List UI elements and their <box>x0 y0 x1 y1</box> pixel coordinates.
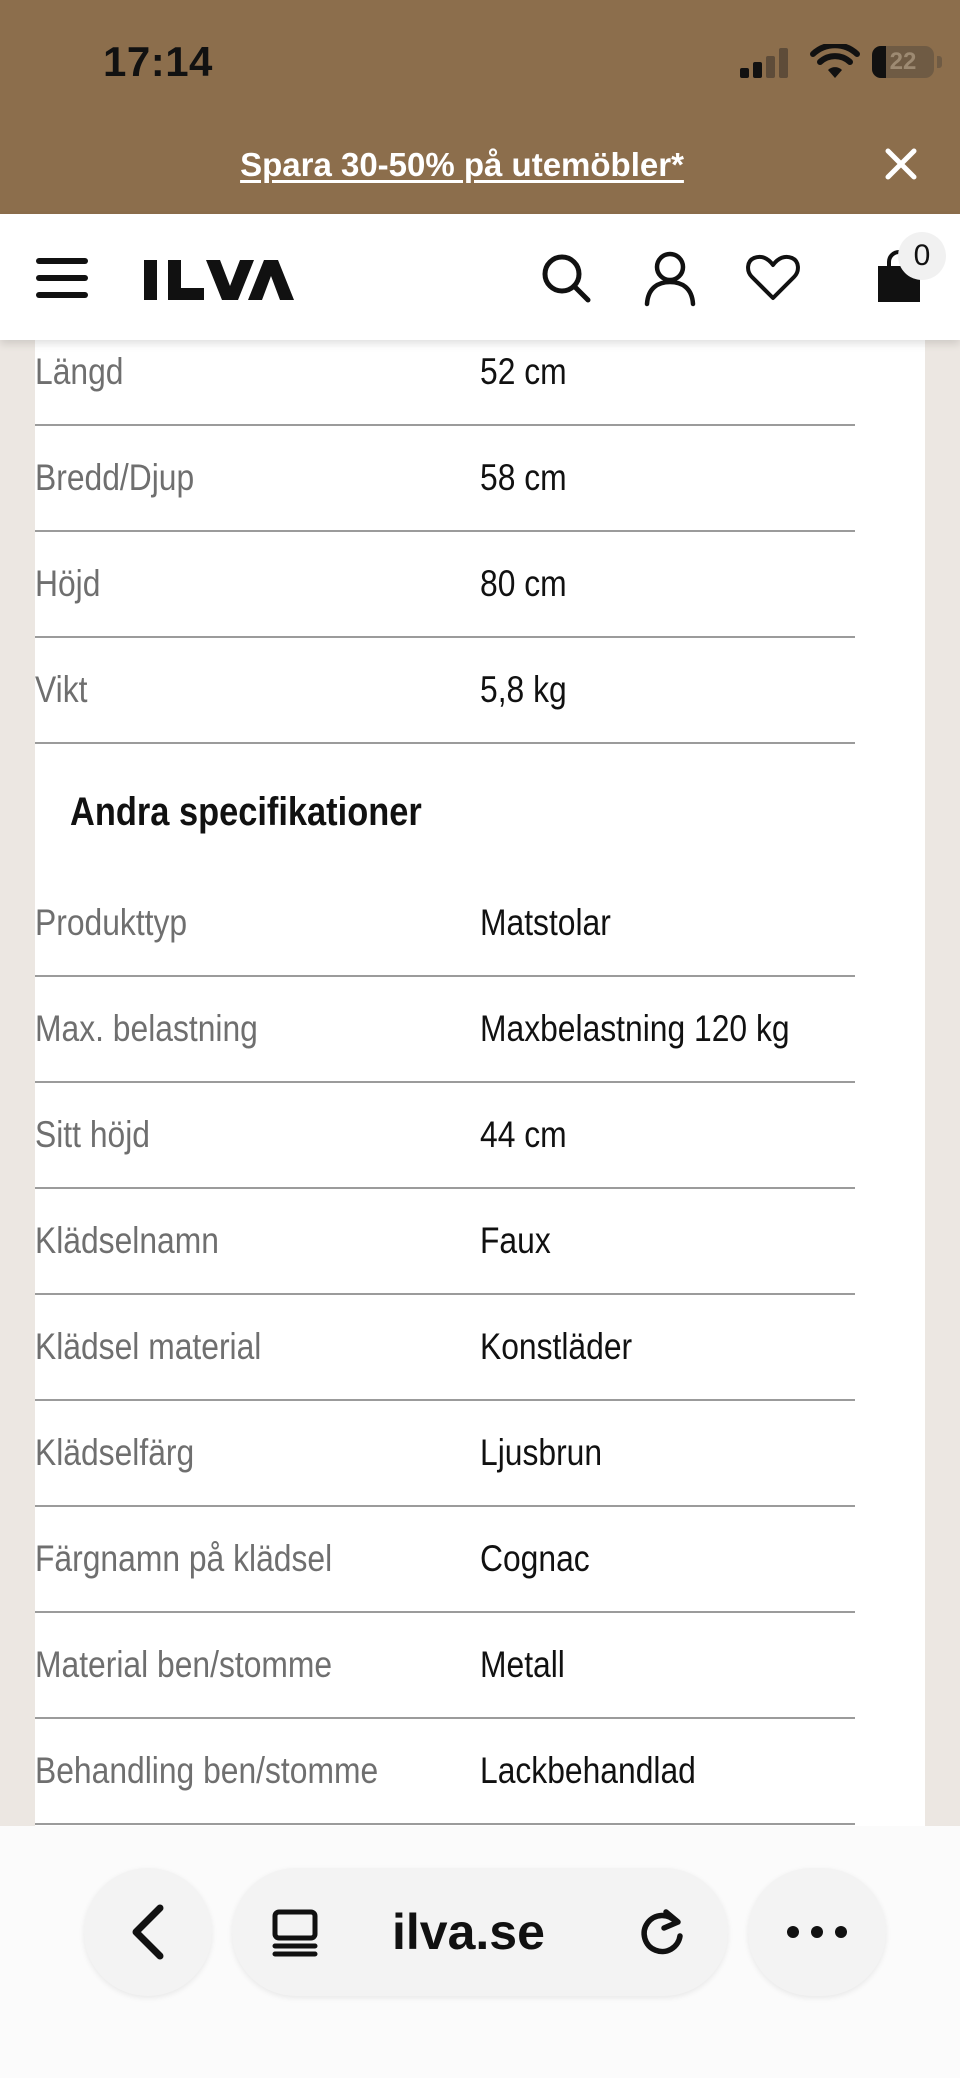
close-icon[interactable] <box>883 146 919 182</box>
spec-row: Material ben/stomme Metall <box>35 1613 855 1719</box>
spec-value: Konstläder <box>480 1326 633 1367</box>
reload-icon[interactable] <box>636 1906 688 1958</box>
more-dots-icon <box>787 1926 847 1938</box>
promo-link[interactable]: Spara 30-50% på utemöbler* <box>0 146 924 184</box>
menu-icon[interactable] <box>36 258 88 298</box>
wifi-icon <box>810 44 860 78</box>
spec-label: Behandling ben/stomme <box>35 1750 379 1791</box>
spec-value: Metall <box>480 1644 565 1685</box>
section-heading-other-specs: Andra specifikationer <box>70 790 422 834</box>
spec-label: Vikt <box>35 669 88 710</box>
spec-row: Klädselnamn Faux <box>35 1189 855 1295</box>
spec-label: Klädselfärg <box>35 1432 195 1473</box>
spec-label: Max. belastning <box>35 1008 258 1049</box>
spec-row: Produkttyp Matstolar <box>35 871 855 977</box>
spec-value: 44 cm <box>480 1114 567 1155</box>
signal-icon <box>740 48 792 78</box>
spec-row: Klädsel material Konstläder <box>35 1295 855 1401</box>
promo-banner: Spara 30-50% på utemöbler* <box>0 130 960 214</box>
spec-row: Behandling ben/stomme Lackbehandlad <box>35 1719 855 1825</box>
spec-row: Färgnamn på klädsel Cognac <box>35 1507 855 1613</box>
spec-value: Ljusbrun <box>480 1432 603 1473</box>
spec-value: Cognac <box>480 1538 590 1579</box>
url-text[interactable]: ilva.se <box>392 1868 545 1996</box>
status-time: 17:14 <box>103 38 213 85</box>
spec-label: Sitt höjd <box>35 1114 150 1155</box>
browser-toolbar: ilva.se <box>0 1826 960 2078</box>
battery-level: 22 <box>889 48 917 75</box>
battery-nub <box>937 56 942 68</box>
spec-label: Bredd/Djup <box>35 457 195 498</box>
spec-row: Bredd/Djup 58 cm <box>35 426 855 532</box>
spec-label: Höjd <box>35 563 101 604</box>
ilva-logo[interactable] <box>144 258 294 302</box>
spec-label: Material ben/stomme <box>35 1644 333 1685</box>
spec-value: Lackbehandlad <box>480 1750 696 1791</box>
spec-row: Klädselfärg Ljusbrun <box>35 1401 855 1507</box>
tabs-icon[interactable] <box>270 1908 320 1958</box>
spec-value: 80 cm <box>480 563 567 604</box>
spec-row: Sitt höjd 44 cm <box>35 1083 855 1189</box>
status-icons: 22 <box>700 44 960 80</box>
spec-value: 58 cm <box>480 457 567 498</box>
spec-label: Klädselnamn <box>35 1220 219 1261</box>
spec-value: Maxbelastning 120 kg <box>480 1008 790 1049</box>
spec-label: Färgnamn på klädsel <box>35 1538 333 1579</box>
spec-row: Höjd 80 cm <box>35 532 855 638</box>
more-button[interactable] <box>748 1868 886 1996</box>
spec-row: Vikt 5,8 kg <box>35 638 855 744</box>
user-icon[interactable] <box>640 248 700 308</box>
spec-label: Produkttyp <box>35 902 188 943</box>
battery-icon: 22 <box>872 46 934 78</box>
back-button[interactable] <box>84 1868 212 1996</box>
spec-value: Faux <box>480 1220 551 1261</box>
spec-value: Matstolar <box>480 902 611 943</box>
heart-icon[interactable] <box>743 248 803 308</box>
status-bar: 17:14 22 <box>0 0 960 130</box>
site-header: 0 <box>0 214 960 340</box>
cart-count-badge[interactable]: 0 <box>898 232 946 280</box>
spec-value: 5,8 kg <box>480 669 567 710</box>
search-icon[interactable] <box>536 248 596 308</box>
back-chevron-icon <box>132 1904 164 1960</box>
spec-label: Klädsel material <box>35 1326 262 1367</box>
spec-row: Max. belastning Maxbelastning 120 kg <box>35 977 855 1083</box>
address-bar[interactable]: ilva.se <box>232 1868 728 1996</box>
